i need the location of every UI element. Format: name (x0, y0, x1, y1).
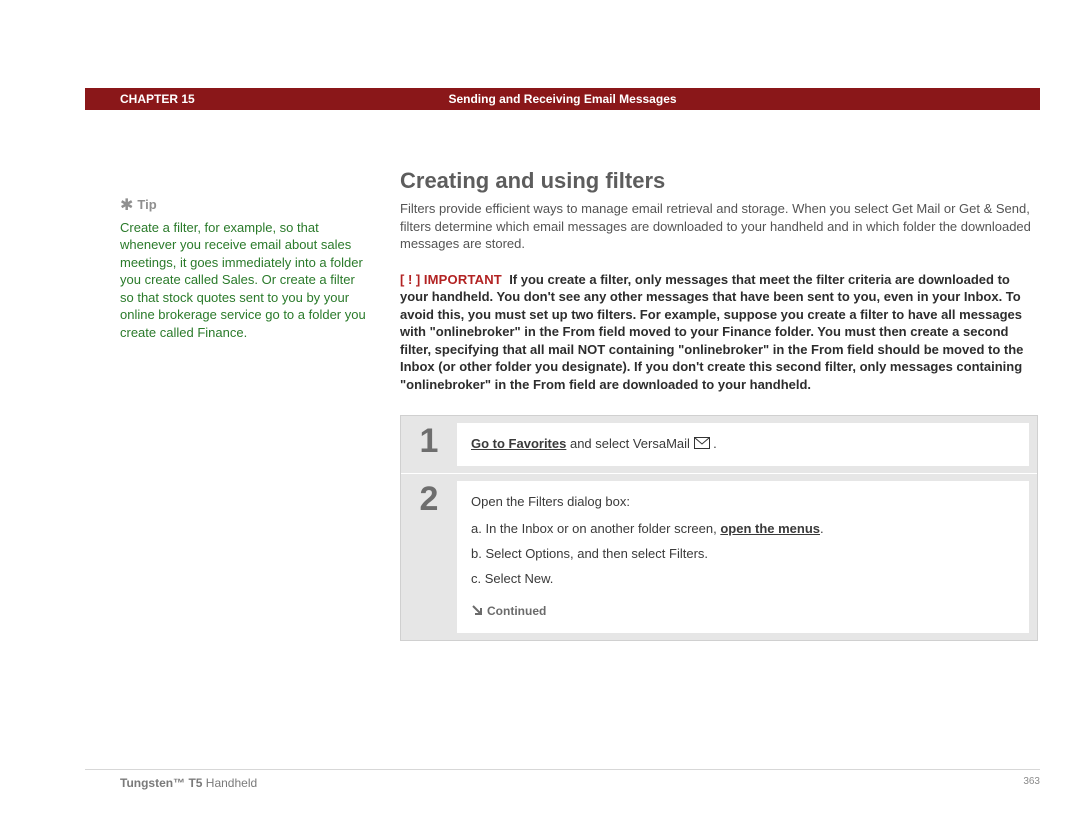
steps-container: 1 Go to Favorites and select VersaMail .… (400, 415, 1038, 641)
page-number: 363 (1023, 776, 1040, 787)
favorites-link[interactable]: Go to Favorites (471, 436, 566, 451)
step-body-2: Open the Filters dialog box: a. In the I… (457, 481, 1029, 633)
important-label: IMPORTANT (424, 272, 502, 287)
important-badge: [ ! ] (400, 272, 420, 287)
tip-text: Create a filter, for example, so that wh… (120, 219, 370, 342)
important-block: [ ! ] IMPORTANT If you create a filter, … (400, 271, 1038, 394)
page-footer: Tungsten™ T5 Handheld 363 (85, 769, 1040, 792)
tip-label: Tip (137, 197, 156, 212)
open-menus-link[interactable]: open the menus (720, 521, 820, 536)
footer-product-name: Handheld (202, 776, 257, 790)
continued-label: Continued (487, 604, 546, 618)
footer-brand: Tungsten™ T5 (120, 776, 202, 790)
step-row-2: 2 Open the Filters dialog box: a. In the… (401, 473, 1037, 640)
step-number-1: 1 (401, 416, 457, 473)
step2-lead: Open the Filters dialog box: (471, 493, 1015, 512)
continued-arrow-icon (471, 604, 483, 621)
main-content: Creating and using filters Filters provi… (400, 168, 1038, 641)
tip-sidebar: ✱ Tip Create a filter, for example, so th… (120, 195, 370, 341)
substep-a: a. In the Inbox or on another folder scr… (471, 520, 1015, 539)
step-number-2: 2 (401, 474, 457, 640)
substep-a-post: . (820, 521, 824, 536)
footer-product: Tungsten™ T5 Handheld (120, 776, 257, 790)
tip-heading: ✱ Tip (120, 195, 370, 217)
important-text: If you create a filter, only messages th… (400, 272, 1023, 392)
step1-tail: and select VersaMail (566, 436, 693, 451)
header-title: Sending and Receiving Email Messages (448, 92, 676, 106)
step2-substeps: a. In the Inbox or on another folder scr… (471, 520, 1015, 589)
chapter-header: CHAPTER 15 Sending and Receiving Email M… (85, 88, 1040, 110)
substep-c: c. Select New. (471, 570, 1015, 589)
continued-row: Continued (471, 603, 1015, 621)
chapter-label: CHAPTER 15 (85, 92, 195, 106)
mail-icon (694, 436, 710, 455)
step-body-1: Go to Favorites and select VersaMail . (457, 423, 1029, 466)
asterisk-icon: ✱ (120, 195, 133, 217)
substep-b: b. Select Options, and then select Filte… (471, 545, 1015, 564)
step-row-1: 1 Go to Favorites and select VersaMail . (401, 416, 1037, 473)
intro-paragraph: Filters provide efficient ways to manage… (400, 200, 1038, 253)
substep-a-pre: a. In the Inbox or on another folder scr… (471, 521, 720, 536)
period: . (710, 436, 717, 451)
section-title: Creating and using filters (400, 168, 1038, 194)
